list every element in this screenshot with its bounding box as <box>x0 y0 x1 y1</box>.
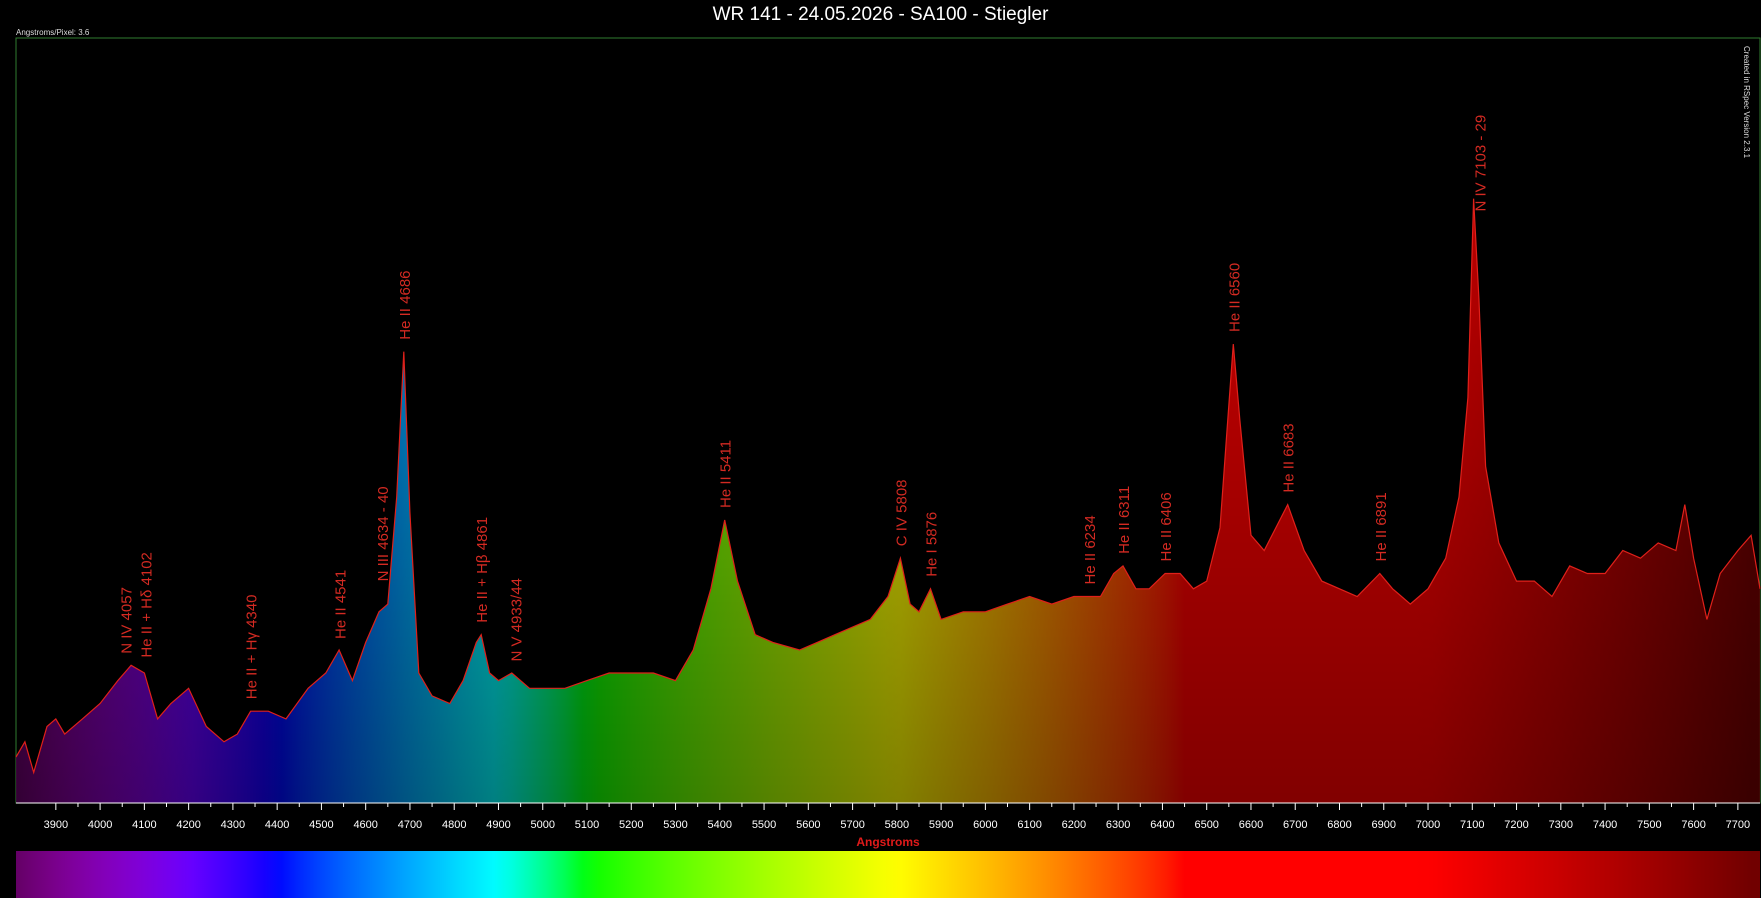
x-tick-label: 3900 <box>44 819 68 831</box>
line-annotation: He II + Hβ 4861 <box>474 517 491 623</box>
line-annotation: He II 6891 <box>1373 492 1390 561</box>
x-tick-label: 7700 <box>1726 819 1750 831</box>
x-tick-label: 4800 <box>442 819 466 831</box>
line-annotation: He II + Hδ 4102 <box>138 552 155 658</box>
x-tick-label: 4300 <box>221 819 245 831</box>
x-tick-label: 7500 <box>1637 819 1661 831</box>
x-tick-label: 6200 <box>1062 819 1086 831</box>
line-annotation: C IV 5808 <box>893 479 910 546</box>
x-tick-label: 7600 <box>1681 819 1705 831</box>
x-tick-label: 5000 <box>530 819 554 831</box>
x-tick-label: 5300 <box>663 819 687 831</box>
x-tick-label: 7300 <box>1549 819 1573 831</box>
x-tick-label: 4000 <box>88 819 112 831</box>
x-tick-label: 6600 <box>1239 819 1263 831</box>
x-tick-label: 6400 <box>1150 819 1174 831</box>
x-tick-label: 6300 <box>1106 819 1130 831</box>
x-tick-label: 7200 <box>1504 819 1528 831</box>
x-tick-label: 5800 <box>885 819 909 831</box>
x-tick-label: 6500 <box>1194 819 1218 831</box>
line-annotation: He I 5876 <box>924 512 941 577</box>
x-tick-label: 6000 <box>973 819 997 831</box>
x-tick-label: 7000 <box>1416 819 1440 831</box>
line-annotation: He II 5411 <box>718 440 735 508</box>
x-tick-label: 7100 <box>1460 819 1484 831</box>
line-annotation: He II + Hγ 4340 <box>244 595 261 700</box>
line-annotation: He II 6683 <box>1281 423 1298 492</box>
line-annotation: N V 4933/44 <box>508 578 525 661</box>
x-tick-label: 5600 <box>796 819 820 831</box>
x-tick-label: 5900 <box>929 819 953 831</box>
spectrum-area-shade <box>16 198 1760 804</box>
x-tick-label: 4600 <box>353 819 377 831</box>
x-tick-label: 5100 <box>575 819 599 831</box>
line-annotation: N IV 7103 - 29 <box>1472 115 1489 212</box>
x-tick-label: 6900 <box>1372 819 1396 831</box>
line-annotation: N IV 4057 <box>118 587 135 654</box>
x-tick-label: 4900 <box>486 819 510 831</box>
x-tick-label: 4400 <box>265 819 289 831</box>
line-annotation: He II 6234 <box>1082 515 1099 584</box>
line-annotation: He II 6560 <box>1226 263 1243 332</box>
x-tick-label: 7400 <box>1593 819 1617 831</box>
spectrum-strip <box>16 851 1760 898</box>
x-tick-label: 5500 <box>752 819 776 831</box>
x-tick-label: 6700 <box>1283 819 1307 831</box>
x-tick-label: 4500 <box>309 819 333 831</box>
x-tick-label: 4100 <box>132 819 156 831</box>
spectrum-chart: 3900 4000 4100 4200 4300 4400 4500 4600 4700 4800… <box>15 37 1761 898</box>
x-tick-label: 5700 <box>840 819 864 831</box>
line-annotation: He II 6311 <box>1116 486 1133 554</box>
line-annotation: N III 4634 - 40 <box>375 486 392 581</box>
x-tick-label: 6800 <box>1327 819 1351 831</box>
line-annotation: He II 4686 <box>397 270 414 339</box>
line-annotation: He II 4541 <box>333 570 350 639</box>
x-tick-label: 5200 <box>619 819 643 831</box>
x-tick-label: 5400 <box>708 819 732 831</box>
x-tick-label: 4200 <box>176 819 200 831</box>
x-tick-label: 6100 <box>1017 819 1041 831</box>
x-axis-title: Angstroms <box>856 835 920 849</box>
x-tick-label: 4700 <box>398 819 422 831</box>
line-annotation: He II 6406 <box>1158 492 1175 561</box>
